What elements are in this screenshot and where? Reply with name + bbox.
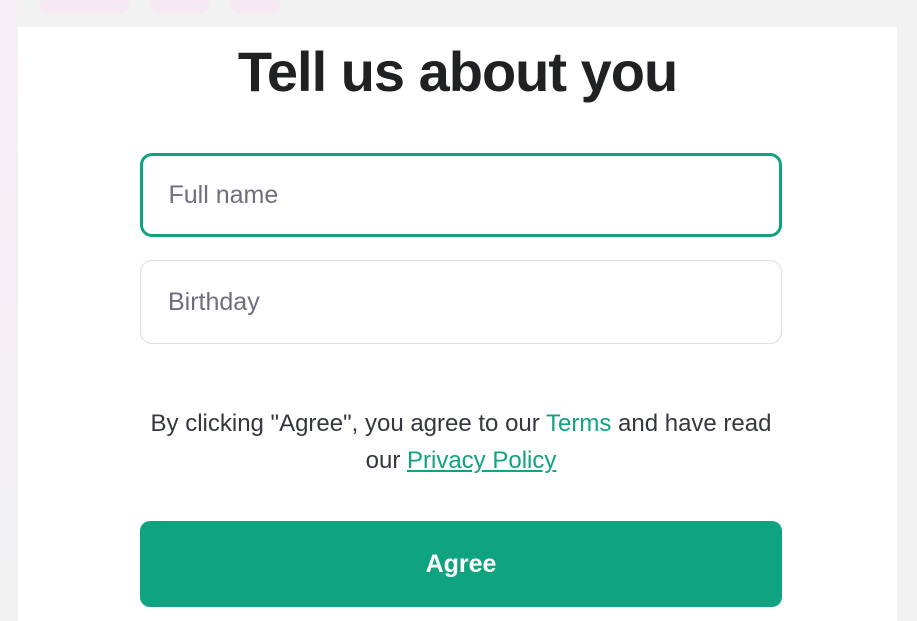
full-name-input[interactable] (140, 153, 782, 237)
privacy-policy-link[interactable]: Privacy Policy (407, 447, 556, 474)
legal-notice: By clicking "Agree", you agree to our Te… (140, 405, 782, 479)
about-you-card: Tell us about you By clicking "Agree", y… (18, 27, 897, 621)
decorative-pattern (150, 0, 210, 14)
page-backdrop-side (0, 0, 18, 621)
agree-button[interactable]: Agree (140, 521, 782, 607)
page-backdrop-top (0, 0, 917, 27)
birthday-input[interactable] (140, 260, 782, 344)
page-title: Tell us about you (237, 40, 678, 103)
decorative-pattern (40, 0, 130, 14)
terms-link[interactable]: Terms (546, 410, 611, 437)
decorative-pattern (230, 0, 280, 14)
legal-text-prefix: By clicking "Agree", you agree to our (150, 410, 546, 437)
